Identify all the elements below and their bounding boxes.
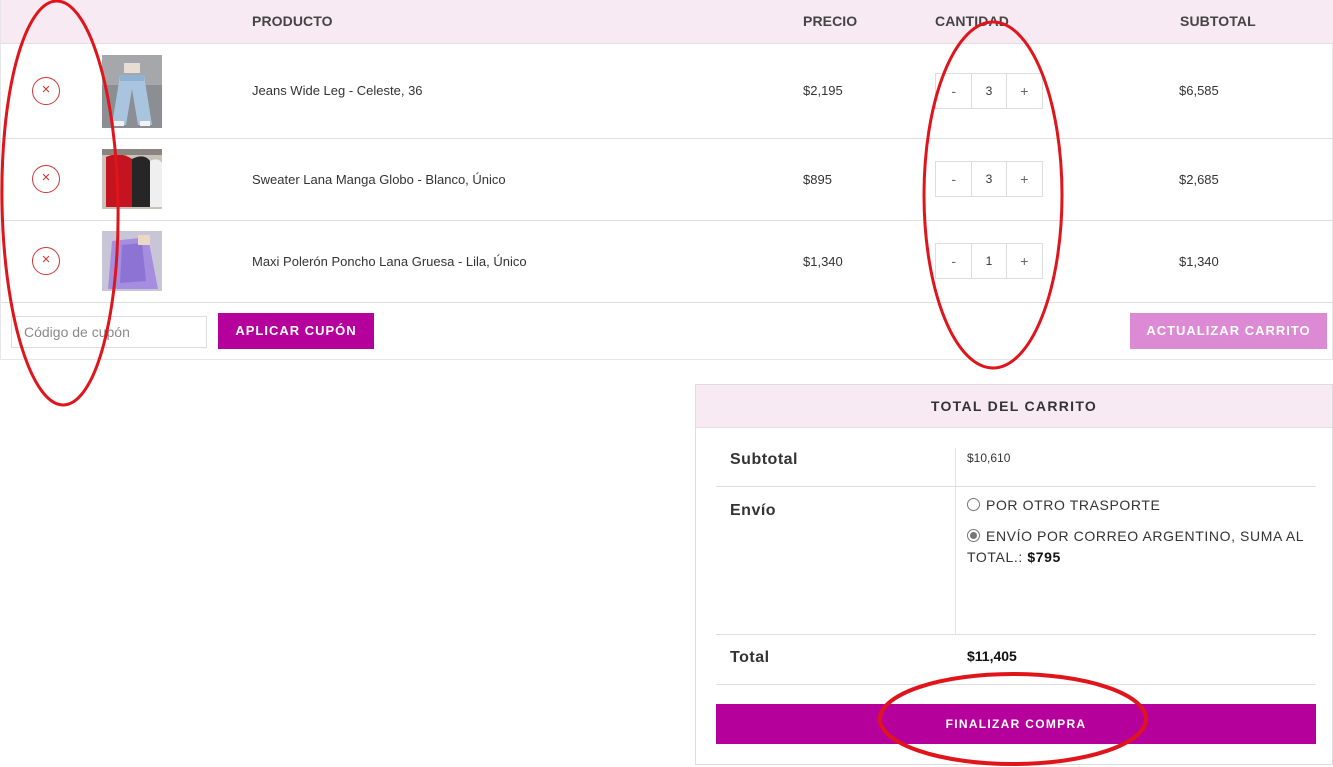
product-subtotal: $1,340 [1179, 254, 1219, 269]
header-product: PRODUCTO [252, 13, 333, 29]
product-image[interactable] [102, 55, 162, 128]
table-header: PRODUCTO PRECIO CANTIDAD SUBTOTAL [1, 0, 1333, 44]
table-row: × Sweater Lana Manga Globo - Blanco, Úni… [1, 139, 1333, 221]
quantity-input[interactable]: 1 [971, 244, 1007, 278]
table-row: × Jeans Wide Leg - Celeste, 36 $2,195 - … [1, 44, 1333, 139]
product-image[interactable] [102, 149, 162, 209]
quantity-stepper: - 3 + [935, 73, 1043, 109]
header-subtotal: SUBTOTAL [1180, 13, 1256, 29]
product-name[interactable]: Jeans Wide Leg - Celeste, 36 [252, 83, 423, 98]
shipping-option-correo[interactable]: ENVÍO POR CORREO ARGENTINO, SUMA AL TOTA… [967, 526, 1307, 568]
quantity-decrease-button[interactable]: - [936, 74, 971, 108]
row-divider [716, 486, 1316, 487]
shipping-option-label: ENVÍO POR CORREO ARGENTINO, SUMA AL TOTA… [967, 528, 1304, 565]
checkout-button[interactable]: FINALIZAR COMPRA [716, 704, 1316, 744]
subtotal-value: $10,610 [967, 451, 1011, 465]
remove-item-button[interactable]: × [32, 77, 60, 105]
quantity-increase-button[interactable]: + [1007, 74, 1042, 108]
product-name[interactable]: Maxi Polerón Poncho Lana Gruesa - Lila, … [252, 254, 527, 269]
product-name[interactable]: Sweater Lana Manga Globo - Blanco, Único [252, 172, 506, 187]
product-price: $2,195 [803, 83, 843, 98]
radio-button-selected[interactable] [967, 529, 980, 542]
total-value: $11,405 [967, 648, 1017, 664]
sweater-thumbnail [102, 149, 162, 209]
jeans-thumbnail [102, 55, 162, 128]
quantity-decrease-button[interactable]: - [936, 244, 971, 278]
shipping-label: Envío [730, 502, 777, 519]
quantity-input[interactable]: 3 [971, 162, 1007, 196]
shipping-option-label: POR OTRO TRASPORTE [986, 497, 1161, 513]
quantity-increase-button[interactable]: + [1007, 244, 1042, 278]
quantity-stepper: - 3 + [935, 161, 1043, 197]
update-cart-button[interactable]: ACTUALIZAR CARRITO [1130, 313, 1327, 349]
coupon-input[interactable] [11, 316, 207, 348]
total-label: Total [730, 649, 770, 666]
cart-totals: TOTAL DEL CARRITO Subtotal $10,610 Envío… [695, 384, 1333, 765]
radio-button[interactable] [967, 498, 980, 511]
subtotal-label: Subtotal [730, 451, 798, 468]
quantity-decrease-button[interactable]: - [936, 162, 971, 196]
cart-table: PRODUCTO PRECIO CANTIDAD SUBTOTAL × Jean… [0, 0, 1333, 360]
row-divider [716, 684, 1316, 685]
remove-item-button[interactable]: × [32, 247, 60, 275]
product-image[interactable] [102, 231, 162, 291]
apply-coupon-button[interactable]: APLICAR CUPÓN [218, 313, 374, 349]
quantity-input[interactable]: 3 [971, 74, 1007, 108]
product-price: $1,340 [803, 254, 843, 269]
column-divider [955, 448, 956, 634]
product-price: $895 [803, 172, 832, 187]
header-quantity: CANTIDAD [935, 13, 1009, 29]
header-price: PRECIO [803, 13, 858, 29]
product-subtotal: $2,685 [1179, 172, 1219, 187]
remove-item-button[interactable]: × [32, 165, 60, 193]
row-divider [716, 634, 1316, 635]
table-row: × Maxi Polerón Poncho Lana Gruesa - Lila… [1, 221, 1333, 303]
product-subtotal: $6,585 [1179, 83, 1219, 98]
shipping-option-other[interactable]: POR OTRO TRASPORTE [967, 495, 1307, 516]
quantity-stepper: - 1 + [935, 243, 1043, 279]
shipping-price: $795 [1027, 549, 1061, 565]
poncho-thumbnail [102, 231, 162, 291]
cart-totals-heading: TOTAL DEL CARRITO [696, 385, 1332, 428]
quantity-increase-button[interactable]: + [1007, 162, 1042, 196]
